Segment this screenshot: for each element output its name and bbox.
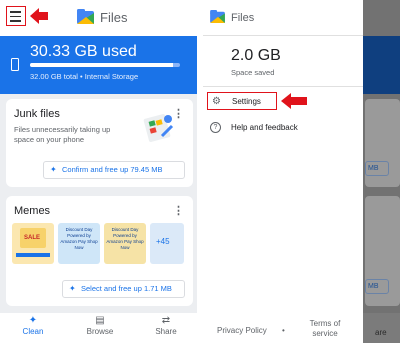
dimmed-button: MB [365,161,389,176]
footer-separator: • [282,326,285,335]
sparkle-icon: ✦ [69,284,76,293]
meme-thumbnail-more[interactable]: +45 [150,223,184,264]
divider [203,86,363,87]
select-free-up-button[interactable]: ✦ Select and free up 1.71 MB [62,280,185,298]
storage-used: 30.33 GB used [30,43,137,60]
annotation-arrow-left [30,8,48,24]
storage-progress-bar [30,63,180,67]
hamburger-menu-icon[interactable] [6,6,26,26]
annotation-arrow-left [281,93,307,109]
help-icon: ? [210,122,221,133]
sparkle-icon: ✦ [28,315,38,326]
nav-share[interactable]: ⇄ Share [141,315,191,336]
divider [203,35,363,36]
junk-files-description: Files unnecessarily taking up space on y… [14,125,111,144]
confirm-free-up-button[interactable]: ✦ Confirm and free up 79.45 MB [43,161,185,179]
bottom-navigation: ✦ Clean ▤ Browse ⇄ Share [0,313,197,343]
privacy-policy-link[interactable]: Privacy Policy [217,326,267,335]
phone-icon [11,58,19,71]
drawer-title: Files [231,12,255,24]
top-app-bar: Files [0,0,197,36]
dimmed-bottom-nav: are [363,313,400,343]
more-options-icon[interactable]: ⋮ [173,204,184,217]
gear-icon: ⚙ [212,96,221,107]
files-clean-screen: Files 30.33 GB used 32.00 GB total • Int… [0,0,197,343]
junk-illustration-icon [143,114,174,142]
files-logo-icon [210,10,225,23]
nav-clean[interactable]: ✦ Clean [8,315,58,336]
drawer-item-settings[interactable]: ⚙ Settings [207,92,277,110]
dimmed-button: MB [365,279,389,294]
sale-label: SALE [24,235,41,241]
drawer-item-help[interactable]: ? Help and feedback [207,119,307,137]
junk-files-title: Junk files [14,108,60,120]
junk-files-card: Junk files ⋮ Files unnecessarily taking … [6,99,193,187]
meme-thumbnail[interactable]: Discount Day Powered by Amazon Pay Shop … [104,223,146,264]
files-logo-icon [77,9,94,24]
dimmed-storage-summary [358,36,400,94]
terms-of-service-link[interactable]: Terms of service [303,319,347,339]
meme-thumbnail[interactable]: SALE [12,223,54,264]
meme-thumbnail[interactable]: Discount Day Powered by Amazon Pay Shop … [58,223,100,264]
memes-card: Memes ⋮ SALE Discount Day Powered by Ama… [6,196,193,306]
share-icon: ⇄ [161,315,171,326]
browse-icon: ▤ [95,315,105,326]
storage-summary[interactable]: 30.33 GB used 32.00 GB total • Internal … [0,36,197,94]
app-title: Files [100,10,128,25]
navigation-drawer: Files 2.0 GB Space saved ⚙ Settings ? He… [203,0,363,343]
memes-title: Memes [14,205,51,217]
sparkle-icon: ✦ [50,165,57,174]
navigation-drawer-screen: MB MB are Files 2.0 GB Space saved ⚙ Set… [203,0,400,343]
storage-subtitle: 32.00 GB total • Internal Storage [30,72,139,81]
space-saved-label: Space saved [231,68,275,77]
space-saved-value: 2.0 GB [231,47,281,64]
nav-browse[interactable]: ▤ Browse [75,315,125,336]
